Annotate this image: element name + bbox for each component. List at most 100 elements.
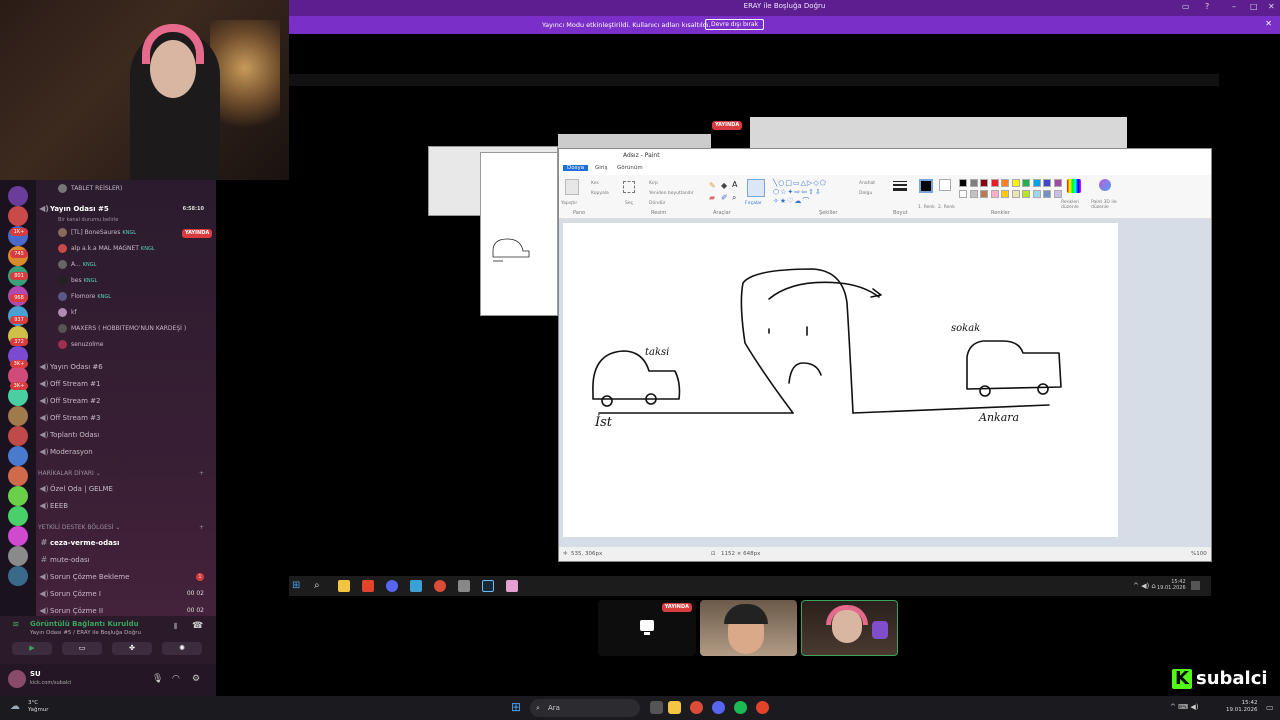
text-icon[interactable]: A [732,180,737,189]
voice-user-top[interactable]: TABLET REİSLER) [58,182,122,196]
palette-swatch[interactable] [1053,189,1062,198]
screen-share-button[interactable]: ▭ [62,642,102,655]
server-icon[interactable] [8,506,28,526]
channel-eeeb[interactable]: ◀)EEEB [38,499,214,513]
pencil-icon[interactable]: ✎ [709,181,716,190]
tool-paste[interactable]: Yapıştır [561,201,577,206]
participant-tile-2[interactable] [801,600,898,656]
select-icon[interactable] [623,181,635,193]
paint3d-icon[interactable] [1099,179,1111,191]
channel-toplanti[interactable]: ◀)Toplantı Odası [38,428,214,442]
voice-user[interactable]: senuzolme [58,338,103,352]
channel-ozel-oda[interactable]: ◀)Özel Oda | GELME [38,482,214,496]
server-icon[interactable] [8,546,28,566]
size-icon[interactable] [893,179,907,193]
channel-status[interactable]: Bir kanal durumu belirle [58,213,216,227]
obs-icon[interactable] [756,701,769,714]
color-picker-icon[interactable]: ✐ [721,193,728,202]
tool-cut[interactable]: Kes [591,181,599,186]
channel-sorun-1[interactable]: ◀)Sorun Çözme I 00 02 [38,587,214,601]
palette-swatch[interactable] [980,189,988,198]
palette-swatch[interactable] [969,179,978,187]
headphones-icon[interactable]: ◠ [172,674,180,684]
screen-share-tile[interactable]: YAYINDA [598,600,696,656]
palette-swatch[interactable] [1032,189,1041,198]
taskbar-search[interactable]: ⌕ Ara [530,699,640,717]
disable-streamer-mode-button[interactable]: Devre dışı bırak [705,19,765,30]
search-icon[interactable]: ⌕ [314,580,326,592]
noise-suppression-icon[interactable]: ⦀ [174,622,178,632]
channel-off-stream-2[interactable]: ◀)Off Stream #2 [38,394,214,408]
palette-swatch[interactable] [980,179,988,187]
palette-swatch[interactable] [1043,179,1051,187]
voice-user[interactable]: [TL] BoneSaures KNGL YAYINDA [58,226,213,240]
file-explorer-icon[interactable] [668,701,681,714]
tool-brushes[interactable]: Fırçalar [745,201,762,206]
tab-giris[interactable]: Giriş [595,165,607,171]
tab-gorunum[interactable]: Görünüm [617,165,643,171]
file-explorer-icon[interactable] [338,580,350,592]
app2-icon[interactable] [458,580,470,592]
avatar[interactable] [8,670,26,688]
windows-start-icon[interactable]: ⊞ [292,580,304,592]
voice-user[interactable]: MAXERS ( HOBBITEMO'NUN KARDEŞİ ) [58,322,186,336]
tray-icons[interactable]: ^ ◀) ⌂ [1133,582,1156,590]
connection-sub[interactable]: Yayın Odası #5 / ERAY ile Boşluğa Doğru [30,630,141,636]
server-icon[interactable] [8,446,28,466]
server-icon[interactable] [8,466,28,486]
fill-icon[interactable]: ◆ [721,181,727,190]
windows-start-icon[interactable]: ⊞ [511,700,521,714]
chrome-icon[interactable] [690,701,703,714]
server-icon[interactable] [8,486,28,506]
category-destek[interactable]: YETKİLİ DESTEK BÖLGESİ ⌄ + [38,521,214,535]
channel-off-stream-1[interactable]: ◀)Off Stream #1 [38,377,214,391]
gear-icon[interactable]: ⚙ [192,674,200,684]
inner-notification-icon[interactable] [1191,581,1200,590]
channel-ceza-verme[interactable]: # ceza-verme-odası [38,536,214,550]
chrome-icon[interactable] [434,580,446,592]
tab-dosya[interactable]: Dosya [563,165,589,171]
paint-taskbar-icon[interactable] [506,580,518,592]
brushes-icon[interactable] [747,179,765,197]
channel-off-stream-3[interactable]: ◀)Off Stream #3 [38,411,214,425]
color1-swatch[interactable] [919,179,933,193]
channel-yayin-odasi-6[interactable]: ◀)Yayın Odası #6 [38,360,214,374]
voice-user[interactable]: alp a.k.a MAL MAGNET KNGL [58,242,155,256]
help-icon[interactable]: ? [1205,2,1209,11]
zoom-level[interactable]: %100 [1191,547,1207,561]
server-icon[interactable] [8,426,28,446]
spotify-icon[interactable] [734,701,747,714]
server-icon[interactable] [8,206,28,226]
tool-crop[interactable]: Kırp [649,181,658,186]
minimize-icon[interactable]: – [1232,2,1236,11]
activities-button[interactable]: ✤ [112,642,152,655]
category-harikalar[interactable]: HARİKALAR DİYARI ⌄ + [38,467,214,481]
steam-icon[interactable] [482,580,494,592]
notice-close-icon[interactable]: ✕ [1265,19,1272,28]
camera-button[interactable]: ▶ [12,642,52,655]
color2-swatch[interactable] [939,179,951,191]
server-icon[interactable] [8,186,28,206]
taskbar-clock[interactable]: 15:42 19.01.2026 [1226,700,1258,714]
palette-swatch[interactable] [959,189,967,198]
tool-outline[interactable]: Anahat [859,181,875,186]
close-icon[interactable]: ✕ [1268,2,1275,11]
participant-tile-1[interactable] [700,600,797,656]
disconnect-icon[interactable]: ☎ [192,621,203,631]
palette-swatch[interactable] [969,189,978,198]
tool-edit-colors[interactable]: Renkleri düzenle [1061,200,1089,210]
palette-swatch[interactable] [1001,179,1009,187]
tool-copy[interactable]: Kopyala [591,191,609,196]
channel-sorun-bekleme[interactable]: ◀)Sorun Çözme Bekleme 1 [38,570,214,584]
edit-colors-icon[interactable] [1067,179,1081,193]
eraser-icon[interactable]: ▰ [709,193,715,202]
palette-swatch[interactable] [990,189,999,198]
voice-user[interactable]: A... KNGL [58,258,96,272]
weather-widget[interactable]: 3°C Yağmur [28,700,49,714]
notification-icon[interactable]: ▭ [1266,703,1274,712]
server-icon[interactable] [8,526,28,546]
tool-select[interactable]: Seç [625,201,633,206]
inbox-icon[interactable]: ▭ [1182,2,1190,11]
brave-icon[interactable] [362,580,374,592]
palette-swatch[interactable] [1022,189,1030,198]
